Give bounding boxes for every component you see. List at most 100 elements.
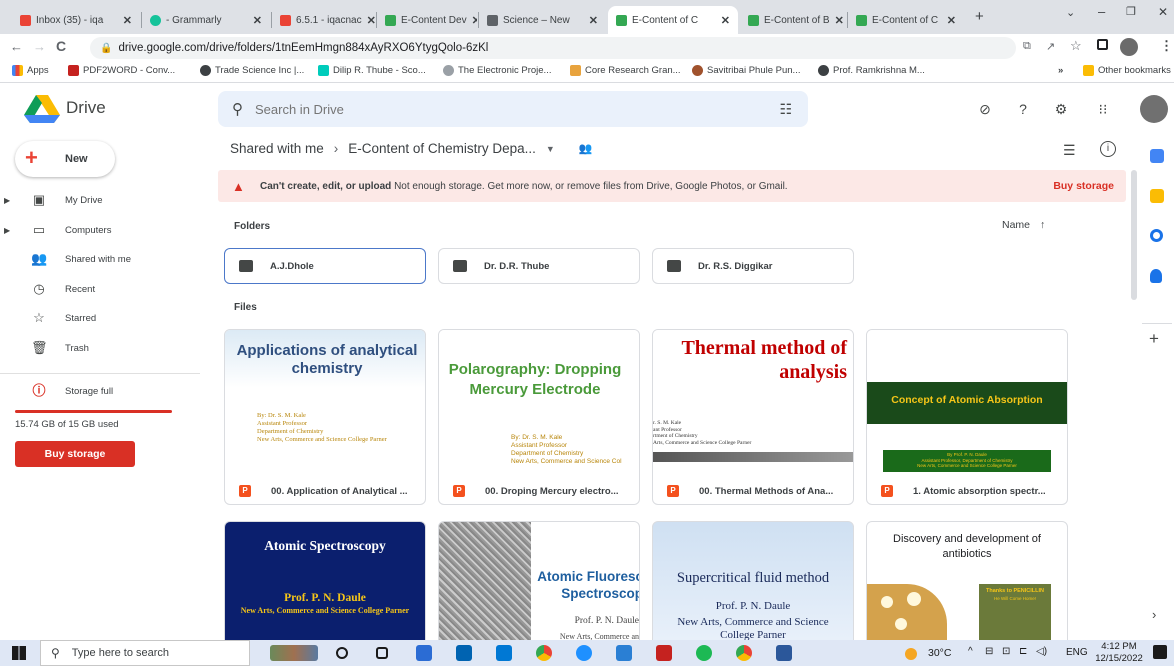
weather-temp[interactable]: 30°C [928, 647, 951, 659]
expand-arrow-icon[interactable]: ▶ [4, 196, 10, 205]
tasks-icon[interactable] [1150, 229, 1163, 242]
word-icon[interactable] [776, 645, 792, 661]
bookmark-ramkrishna[interactable]: Prof. Ramkrishna M... [818, 65, 925, 76]
bookmark-electronic[interactable]: The Electronic Proje... [443, 65, 551, 76]
tab-econtent-dev[interactable]: E-Content Dev ✕ [377, 6, 477, 34]
close-tab-icon[interactable]: ✕ [721, 14, 730, 27]
tab-grammarly[interactable]: - Grammarly ✕ [142, 6, 270, 34]
file-card[interactable]: Supercritical fluid method Prof. P. N. D… [652, 521, 854, 641]
expand-arrow-icon[interactable]: ▶ [4, 226, 10, 235]
file-explorer-icon[interactable] [416, 645, 432, 661]
sidebar-item-recent[interactable]: ◷ Recent [0, 276, 200, 302]
tab-econtent-active[interactable]: E-Content of C ✕ [608, 6, 738, 34]
new-tab-icon[interactable]: + [975, 8, 984, 25]
google-apps-icon[interactable]: ⁝⁝ [1094, 100, 1112, 118]
offline-ready-icon[interactable]: ⊘ [976, 100, 994, 118]
store-icon[interactable] [456, 645, 472, 661]
extension-icon[interactable] [1097, 39, 1108, 50]
list-view-icon[interactable]: ☰ [1063, 142, 1076, 159]
chrome-icon[interactable] [536, 645, 552, 661]
sidebar-item-starred[interactable]: ☆ Starred [0, 305, 200, 331]
file-card[interactable]: Atomic Fluoresc Spectroscop Prof. P. N. … [438, 521, 640, 641]
calendar-icon[interactable] [1150, 149, 1164, 163]
mail-icon[interactable] [496, 645, 512, 661]
folder-item[interactable]: Dr. D.R. Thube [438, 248, 640, 284]
search-input[interactable] [255, 101, 735, 117]
edge-icon[interactable] [576, 645, 592, 661]
install-icon[interactable]: ⧉ [1023, 40, 1031, 53]
tab-search-icon[interactable]: ⌄ [1066, 6, 1075, 19]
contacts-icon[interactable] [1150, 269, 1162, 283]
sort-up-arrow-icon[interactable]: ↑ [1040, 219, 1045, 231]
profile-avatar[interactable] [1120, 38, 1138, 56]
file-card[interactable]: Applications of analytical chemistry By:… [224, 329, 426, 505]
close-tab-icon[interactable]: ✕ [589, 14, 598, 27]
file-card[interactable]: Polarography: Dropping Mercury Electrode… [438, 329, 640, 505]
scrollbar[interactable] [1128, 170, 1140, 640]
breadcrumb-current[interactable]: E-Content of Chemistry Depa... [348, 141, 536, 156]
account-avatar[interactable] [1140, 95, 1168, 123]
windows-start-icon[interactable] [12, 646, 26, 660]
tab-econtent-b[interactable]: E-Content of B ✕ [740, 6, 846, 34]
share-icon[interactable]: ↗ [1046, 40, 1055, 53]
file-card[interactable]: Thermal method of analysis r. S. M. Kale… [652, 329, 854, 505]
tab-inbox[interactable]: Inbox (35) - iqa ✕ [12, 6, 140, 34]
other-bookmarks[interactable]: Other bookmarks [1083, 65, 1171, 76]
tray-network-icon[interactable]: ⊟ [985, 646, 993, 657]
restore-icon[interactable]: ❐ [1126, 5, 1136, 18]
breadcrumb-shared[interactable]: Shared with me [230, 141, 324, 156]
close-tab-icon[interactable]: ✕ [253, 14, 262, 27]
search-icon[interactable]: ⚲ [232, 100, 243, 118]
folder-item[interactable]: A.J.Dhole [224, 248, 426, 284]
bookmark-core-research[interactable]: Core Research Gran... [570, 65, 681, 76]
sidebar-item-my-drive[interactable]: ▶ ▣ My Drive [0, 187, 200, 213]
bookmarks-overflow[interactable]: » [1058, 65, 1063, 76]
bookmark-pdf2word[interactable]: PDF2WORD - Conv... [68, 65, 175, 76]
task-view-icon[interactable] [376, 647, 388, 659]
new-button[interactable]: + New [15, 141, 115, 177]
bookmark-thube[interactable]: Dilip R. Thube - Sco... [318, 65, 426, 76]
forward-icon[interactable]: → [33, 39, 46, 54]
taskbar-search[interactable]: ⚲ Type here to search [40, 640, 250, 666]
close-tab-icon[interactable]: ✕ [947, 14, 956, 27]
dropdown-arrow-icon[interactable]: ▼ [546, 144, 555, 154]
sidebar-item-storage[interactable]: ⓘ Storage full [0, 378, 200, 404]
close-tab-icon[interactable]: ✕ [835, 14, 844, 27]
scrollbar-thumb[interactable] [1131, 170, 1137, 300]
info-icon[interactable]: i [1100, 141, 1116, 157]
clock-date[interactable]: 12/15/2022 [1093, 653, 1145, 664]
close-tab-icon[interactable]: ✕ [472, 14, 477, 27]
settings-gear-icon[interactable]: ⚙ [1052, 100, 1070, 118]
back-icon[interactable]: ← [10, 39, 23, 54]
weather-icon[interactable] [905, 648, 917, 660]
bookmark-savitribai[interactable]: Savitribai Phule Pun... [692, 65, 800, 76]
bookmark-star-icon[interactable]: ☆ [1070, 38, 1082, 54]
minimize-icon[interactable]: – [1098, 4, 1105, 19]
keep-icon[interactable] [1150, 189, 1164, 203]
search-options-icon[interactable]: ☷ [779, 101, 792, 118]
tray-display-icon[interactable]: ⊡ [1002, 646, 1010, 657]
add-addon-icon[interactable]: + [1149, 329, 1159, 349]
sidebar-item-computers[interactable]: ▶ ▭ Computers [0, 217, 200, 243]
address-bar[interactable]: 🔒 drive.google.com/drive/folders/1tnEemH… [90, 37, 1016, 59]
image-viewer-icon[interactable] [616, 645, 632, 661]
tray-volume-icon[interactable]: ◁) [1036, 646, 1047, 657]
acrobat-icon[interactable] [656, 645, 672, 661]
tab-science[interactable]: Science – New ✕ [479, 6, 606, 34]
notifications-icon[interactable] [1153, 645, 1167, 659]
expand-panel-icon[interactable]: › [1152, 607, 1156, 622]
tab-651[interactable]: 6.5.1 - iqacnac ✕ [272, 6, 375, 34]
menu-icon[interactable]: ⋮ [1160, 38, 1173, 54]
clock-time[interactable]: 4:12 PM [1099, 641, 1139, 652]
tray-wifi-icon[interactable]: ⊏ [1019, 646, 1027, 657]
buy-storage-link[interactable]: Buy storage [1053, 180, 1114, 192]
tray-expand-icon[interactable]: ^ [968, 646, 973, 657]
spotify-icon[interactable] [696, 645, 712, 661]
sidebar-item-trash[interactable]: 🗑 Trash [0, 335, 200, 361]
file-card[interactable]: Discovery and development of antibiotics… [866, 521, 1068, 641]
file-card[interactable]: Concept of Atomic Absorption By Prof. P.… [866, 329, 1068, 505]
search-bar[interactable]: ⚲ ☷ [218, 91, 808, 127]
help-icon[interactable]: ? [1014, 100, 1032, 118]
buy-storage-button[interactable]: Buy storage [15, 441, 135, 467]
bookmark-apps[interactable]: Apps [12, 65, 49, 76]
